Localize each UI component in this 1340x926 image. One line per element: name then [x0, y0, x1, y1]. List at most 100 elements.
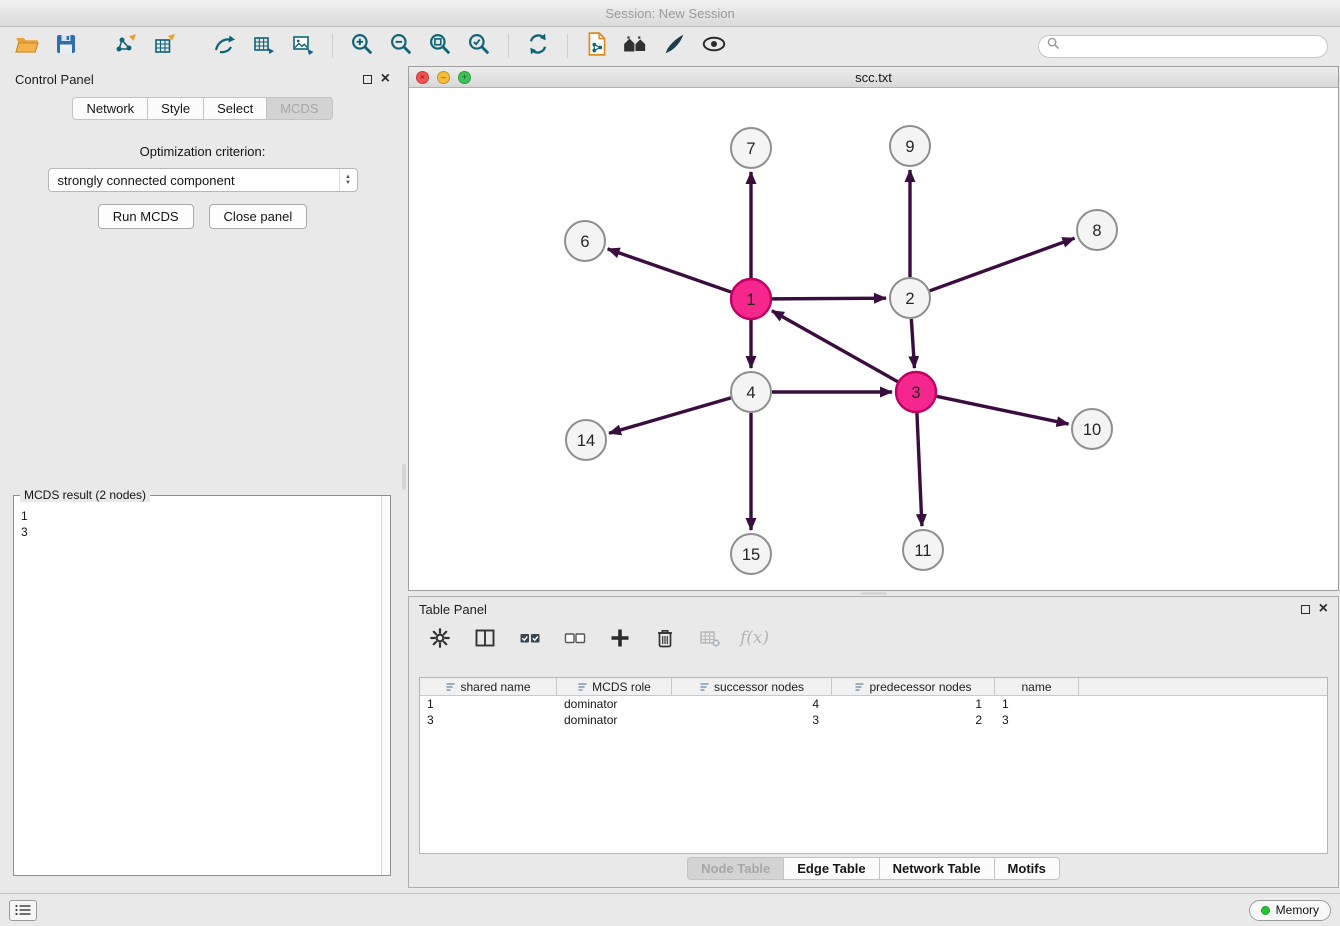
tab-motifs[interactable]: Motifs: [995, 857, 1060, 880]
table-row[interactable]: 3 dominator 3 2 3: [420, 712, 1327, 728]
network-window-title: scc.txt: [855, 70, 892, 85]
node-table: shared name MCDS role successor nodes pr…: [419, 677, 1328, 854]
graph-node-6[interactable]: 6: [565, 221, 605, 261]
float-panel-icon[interactable]: [363, 75, 372, 84]
close-panel-button[interactable]: Close panel: [209, 204, 308, 229]
cell-shared-name: 1: [420, 697, 557, 711]
zoom-in-button[interactable]: [347, 31, 377, 61]
import-table-button[interactable]: [150, 31, 180, 61]
cell-mcds-role: dominator: [557, 713, 672, 727]
tab-network-table[interactable]: Network Table: [880, 857, 995, 880]
network-graph[interactable]: 7 9 6 8 1 2 4 3 14 10 15 11: [409, 88, 1338, 590]
network-view-window: × – + scc.txt 7 9 6 8 1 2 4 3 14 10 15 11: [408, 66, 1339, 591]
float-table-panel-icon[interactable]: [1301, 605, 1310, 614]
graph-node-7[interactable]: 7: [731, 128, 771, 168]
column-header-successor-nodes[interactable]: successor nodes: [672, 678, 832, 695]
column-header-shared-name[interactable]: shared name: [420, 678, 557, 695]
search-field[interactable]: [1038, 35, 1328, 58]
column-header-predecessor-nodes[interactable]: predecessor nodes: [832, 678, 995, 695]
search-input[interactable]: [1065, 39, 1319, 53]
tab-mcds[interactable]: MCDS: [267, 97, 332, 120]
graph-edge-1-2[interactable]: [772, 298, 886, 299]
graph-node-10[interactable]: 10: [1072, 409, 1112, 449]
graph-node-1[interactable]: 1: [731, 279, 771, 319]
graph-node-8[interactable]: 8: [1077, 210, 1117, 250]
graph-node-14[interactable]: 14: [566, 420, 606, 460]
unchecked-boxes-icon[interactable]: [560, 623, 590, 653]
graph-node-9[interactable]: 9: [890, 126, 930, 166]
graph-node-2[interactable]: 2: [890, 278, 930, 318]
vertical-splitter[interactable]: [401, 66, 407, 888]
sort-icon: [445, 682, 456, 692]
eye-button[interactable]: [699, 31, 729, 61]
sort-icon: [699, 682, 710, 692]
close-window-icon[interactable]: ×: [416, 71, 429, 84]
export-image-button[interactable]: [288, 31, 318, 61]
graph-edge-3-11[interactable]: [917, 413, 922, 526]
delete-table-icon: [695, 623, 725, 653]
result-scrollbar[interactable]: [381, 496, 390, 875]
graph-node-4[interactable]: 4: [731, 372, 771, 412]
graph-edge-2-3[interactable]: [911, 319, 914, 368]
home-button[interactable]: [621, 31, 651, 61]
tab-network[interactable]: Network: [72, 97, 148, 120]
sort-icon: [854, 682, 865, 692]
graph-edge-3-10[interactable]: [937, 396, 1069, 424]
dropdown-selected-value: strongly connected component: [58, 173, 235, 188]
checked-boxes-icon[interactable]: [515, 623, 545, 653]
zoom-fit-button[interactable]: [425, 31, 455, 61]
refresh-icon: [525, 31, 551, 62]
mcds-result-line: 3: [21, 524, 390, 540]
graph-node-3[interactable]: 3: [896, 372, 936, 412]
close-panel-icon[interactable]: ×: [381, 74, 390, 84]
title-bar: Session: New Session: [0, 0, 1340, 27]
network-canvas[interactable]: 7 9 6 8 1 2 4 3 14 10 15 11: [409, 88, 1338, 590]
save-button[interactable]: [51, 31, 81, 61]
zoom-out-button[interactable]: [386, 31, 416, 61]
tab-edge-table[interactable]: Edge Table: [784, 857, 879, 880]
delete-column-icon[interactable]: [650, 623, 680, 653]
run-mcds-button[interactable]: Run MCDS: [98, 204, 194, 229]
graph-node-15[interactable]: 15: [731, 534, 771, 574]
tab-node-table[interactable]: Node Table: [687, 857, 784, 880]
column-header-filler: [1079, 678, 1327, 695]
cell-predecessor-nodes: 2: [832, 713, 995, 727]
style-paint-button[interactable]: [660, 31, 690, 61]
split-columns-icon[interactable]: [470, 623, 500, 653]
open-folder-button[interactable]: [12, 31, 42, 61]
zoom-out-icon: [388, 31, 414, 62]
tab-select[interactable]: Select: [204, 97, 267, 120]
graph-edge-1-6[interactable]: [608, 249, 732, 292]
memory-button[interactable]: Memory: [1249, 900, 1331, 921]
network-window-titlebar[interactable]: × – + scc.txt: [409, 67, 1338, 88]
close-table-panel-icon[interactable]: ×: [1319, 604, 1328, 614]
zoom-selected-button[interactable]: [464, 31, 494, 61]
gear-icon[interactable]: [425, 623, 455, 653]
import-network-icon: [114, 32, 138, 61]
svg-text:8: 8: [1092, 222, 1101, 240]
control-panel-title: Control Panel: [15, 72, 94, 87]
graph-edge-2-8[interactable]: [930, 238, 1075, 291]
column-header-mcds-role[interactable]: MCDS role: [557, 678, 672, 695]
graph-node-11[interactable]: 11: [903, 530, 943, 570]
document-network-button[interactable]: [582, 31, 612, 61]
table-row[interactable]: 1 dominator 4 1 1: [420, 696, 1327, 712]
add-column-icon[interactable]: [605, 623, 635, 653]
maximize-window-icon[interactable]: +: [458, 71, 471, 84]
optimization-criterion-select[interactable]: strongly connected component ▲▼: [48, 168, 358, 192]
import-network-button[interactable]: [111, 31, 141, 61]
graph-edge-4-14[interactable]: [609, 398, 731, 433]
column-header-name[interactable]: name: [995, 678, 1079, 695]
graph-edge-3-1[interactable]: [772, 311, 898, 382]
mcds-result-title: MCDS result (2 nodes): [20, 488, 150, 502]
dropdown-stepper-icon: ▲▼: [339, 169, 357, 191]
tab-style[interactable]: Style: [148, 97, 204, 120]
cell-mcds-role: dominator: [557, 697, 672, 711]
home-icon: [622, 31, 650, 62]
new-network-button[interactable]: [210, 31, 240, 61]
refresh-button[interactable]: [523, 31, 553, 61]
control-panel-header: Control Panel ×: [5, 66, 400, 92]
task-history-button[interactable]: [9, 900, 37, 921]
export-table-button[interactable]: [249, 31, 279, 61]
minimize-window-icon[interactable]: –: [437, 71, 450, 84]
